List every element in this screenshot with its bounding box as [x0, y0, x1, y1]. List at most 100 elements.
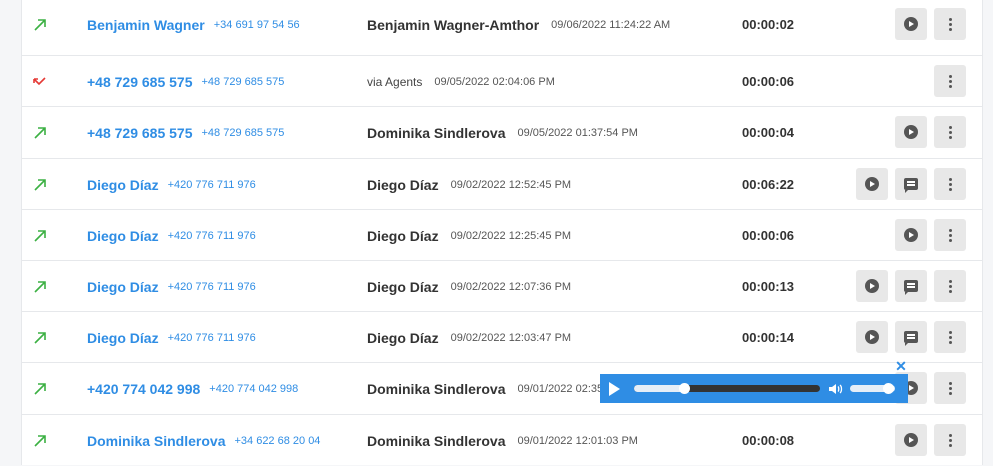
- play-recording-button[interactable]: [856, 168, 888, 200]
- contact-cell: Dominika Sindlerova +34 622 68 20 04: [87, 415, 320, 466]
- play-recording-button[interactable]: [856, 270, 888, 302]
- agent-name: Dominika Sindlerova: [367, 432, 506, 449]
- more-options-button[interactable]: [934, 219, 966, 251]
- contact-name[interactable]: Diego Díaz: [87, 177, 159, 193]
- contact-number[interactable]: +420 776 711 976: [168, 281, 256, 293]
- call-datetime: 09/01/2022 12:01:03 PM: [517, 434, 638, 447]
- agent-name: via Agents: [367, 74, 423, 89]
- contact-cell: Diego Díaz +420 776 711 976: [87, 312, 256, 363]
- call-duration: 00:00:06: [742, 74, 795, 89]
- more-options-button[interactable]: [934, 321, 966, 353]
- contact-cell: Diego Díaz +420 776 711 976: [87, 159, 256, 210]
- agent-cell: Diego Díaz 09/02/2022 12:03:47 PM: [367, 312, 571, 363]
- more-options-button[interactable]: [934, 116, 966, 148]
- player-close-icon[interactable]: ✕: [895, 359, 907, 373]
- call-datetime: 09/05/2022 01:37:54 PM: [517, 126, 638, 139]
- more-vert-icon: [948, 381, 952, 395]
- notes-icon: [904, 178, 918, 193]
- play-circle-icon: [904, 228, 918, 242]
- contact-name[interactable]: Dominika Sindlerova: [87, 433, 225, 449]
- arrow-up-right-icon: [34, 19, 46, 31]
- agent-name: Dominika Sindlerova: [367, 124, 506, 141]
- agent-name: Diego Díaz: [367, 176, 439, 193]
- more-vert-icon: [948, 228, 952, 242]
- play-recording-button[interactable]: [856, 321, 888, 353]
- more-vert-icon: [948, 125, 952, 139]
- contact-number[interactable]: +420 776 711 976: [168, 179, 256, 191]
- play-recording-button[interactable]: [895, 8, 927, 40]
- call-datetime: 09/02/2022 12:52:45 PM: [450, 178, 572, 191]
- agent-cell: Dominika Sindlerova 09/01/2022 02:35: [367, 363, 603, 414]
- more-vert-icon: [948, 177, 952, 191]
- seek-handle[interactable]: [679, 383, 691, 394]
- arrow-up-right-icon: [34, 127, 46, 139]
- notes-button[interactable]: [895, 168, 927, 200]
- contact-cell: Benjamin Wagner +34 691 97 54 56: [87, 0, 300, 50]
- arrow-up-right-icon: [34, 179, 46, 191]
- agent-name: Dominika Sindlerova: [367, 380, 506, 397]
- more-options-button[interactable]: [934, 372, 966, 404]
- contact-number[interactable]: +420 774 042 998: [209, 383, 298, 395]
- call-row[interactable]: Diego Díaz +420 776 711 976 Diego Díaz 09/0…: [22, 311, 982, 362]
- contact-name[interactable]: Diego Díaz: [87, 228, 159, 244]
- more-options-button[interactable]: [934, 270, 966, 302]
- contact-name[interactable]: +48 729 685 575: [87, 74, 193, 90]
- call-row[interactable]: Benjamin Wagner +34 691 97 54 56 Benjamin …: [22, 0, 982, 50]
- more-options-button[interactable]: [934, 424, 966, 456]
- contact-name[interactable]: Diego Díaz: [87, 279, 159, 295]
- notes-icon: [904, 280, 918, 295]
- contact-number[interactable]: +420 776 711 976: [168, 230, 256, 242]
- contact-cell: Diego Díaz +420 776 711 976: [87, 210, 256, 261]
- call-duration: 00:00:13: [742, 279, 795, 294]
- more-options-button[interactable]: [934, 168, 966, 200]
- contact-cell: +420 774 042 998 +420 774 042 998: [87, 363, 298, 414]
- call-datetime: 09/02/2022 12:03:47 PM: [450, 331, 572, 344]
- notes-button[interactable]: [895, 270, 927, 302]
- agent-cell: via Agents 09/05/2022 02:04:06 PM: [367, 56, 555, 107]
- call-row[interactable]: +48 729 685 575 +48 729 685 575 Dominika S…: [22, 106, 982, 157]
- play-circle-icon: [904, 17, 918, 31]
- agent-cell: Dominika Sindlerova 09/05/2022 01:37:54 P…: [367, 107, 638, 158]
- contact-name[interactable]: +48 729 685 575: [87, 125, 193, 141]
- volume-handle[interactable]: [883, 383, 895, 394]
- volume-icon[interactable]: [828, 381, 844, 397]
- play-recording-button[interactable]: [895, 219, 927, 251]
- call-row[interactable]: Diego Díaz +420 776 711 976 Diego Díaz 09/0…: [22, 158, 982, 209]
- call-datetime: 09/01/2022 02:35: [517, 382, 604, 395]
- call-duration: 00:06:22: [742, 177, 795, 192]
- player-play-icon[interactable]: [609, 382, 620, 396]
- play-circle-icon: [904, 433, 918, 447]
- call-row[interactable]: +48 729 685 575 +48 729 685 575 via Agents…: [22, 55, 982, 106]
- volume-slider[interactable]: [850, 383, 895, 394]
- arrow-up-right-icon: [34, 383, 46, 395]
- contact-number[interactable]: +48 729 685 575: [202, 127, 285, 139]
- play-recording-button[interactable]: [895, 424, 927, 456]
- contact-number[interactable]: +48 729 685 575: [202, 76, 285, 88]
- agent-name: Diego Díaz: [367, 278, 439, 295]
- player-seek-bar[interactable]: [634, 383, 820, 394]
- missed-call-icon: [33, 77, 46, 86]
- arrow-up-right-icon: [34, 332, 46, 344]
- play-recording-button[interactable]: [895, 116, 927, 148]
- agent-cell: Benjamin Wagner-Amthor 09/06/2022 11:24:2…: [367, 0, 670, 50]
- contact-name[interactable]: +420 774 042 998: [87, 381, 200, 397]
- contact-cell: +48 729 685 575 +48 729 685 575: [87, 56, 284, 107]
- call-duration: 00:00:14: [742, 330, 795, 345]
- contact-number[interactable]: +34 691 97 54 56: [214, 19, 300, 31]
- contact-number[interactable]: +34 622 68 20 04: [234, 435, 320, 447]
- more-options-button[interactable]: [934, 65, 966, 97]
- call-row[interactable]: Diego Díaz +420 776 711 976 Diego Díaz 09/0…: [22, 209, 982, 260]
- contact-number[interactable]: +420 776 711 976: [168, 332, 256, 344]
- call-row[interactable]: Diego Díaz +420 776 711 976 Diego Díaz 09/0…: [22, 260, 982, 311]
- more-vert-icon: [948, 279, 952, 293]
- agent-cell: Diego Díaz 09/02/2022 12:07:36 PM: [367, 261, 571, 312]
- audio-player: [600, 374, 908, 403]
- notes-button[interactable]: [895, 321, 927, 353]
- more-options-button[interactable]: [934, 8, 966, 40]
- call-row[interactable]: Dominika Sindlerova +34 622 68 20 04 Domin…: [22, 414, 982, 465]
- contact-name[interactable]: Diego Díaz: [87, 330, 159, 346]
- agent-cell: Diego Díaz 09/02/2022 12:25:45 PM: [367, 210, 571, 261]
- more-vert-icon: [948, 330, 952, 344]
- contact-name[interactable]: Benjamin Wagner: [87, 17, 205, 33]
- agent-name: Diego Díaz: [367, 329, 439, 346]
